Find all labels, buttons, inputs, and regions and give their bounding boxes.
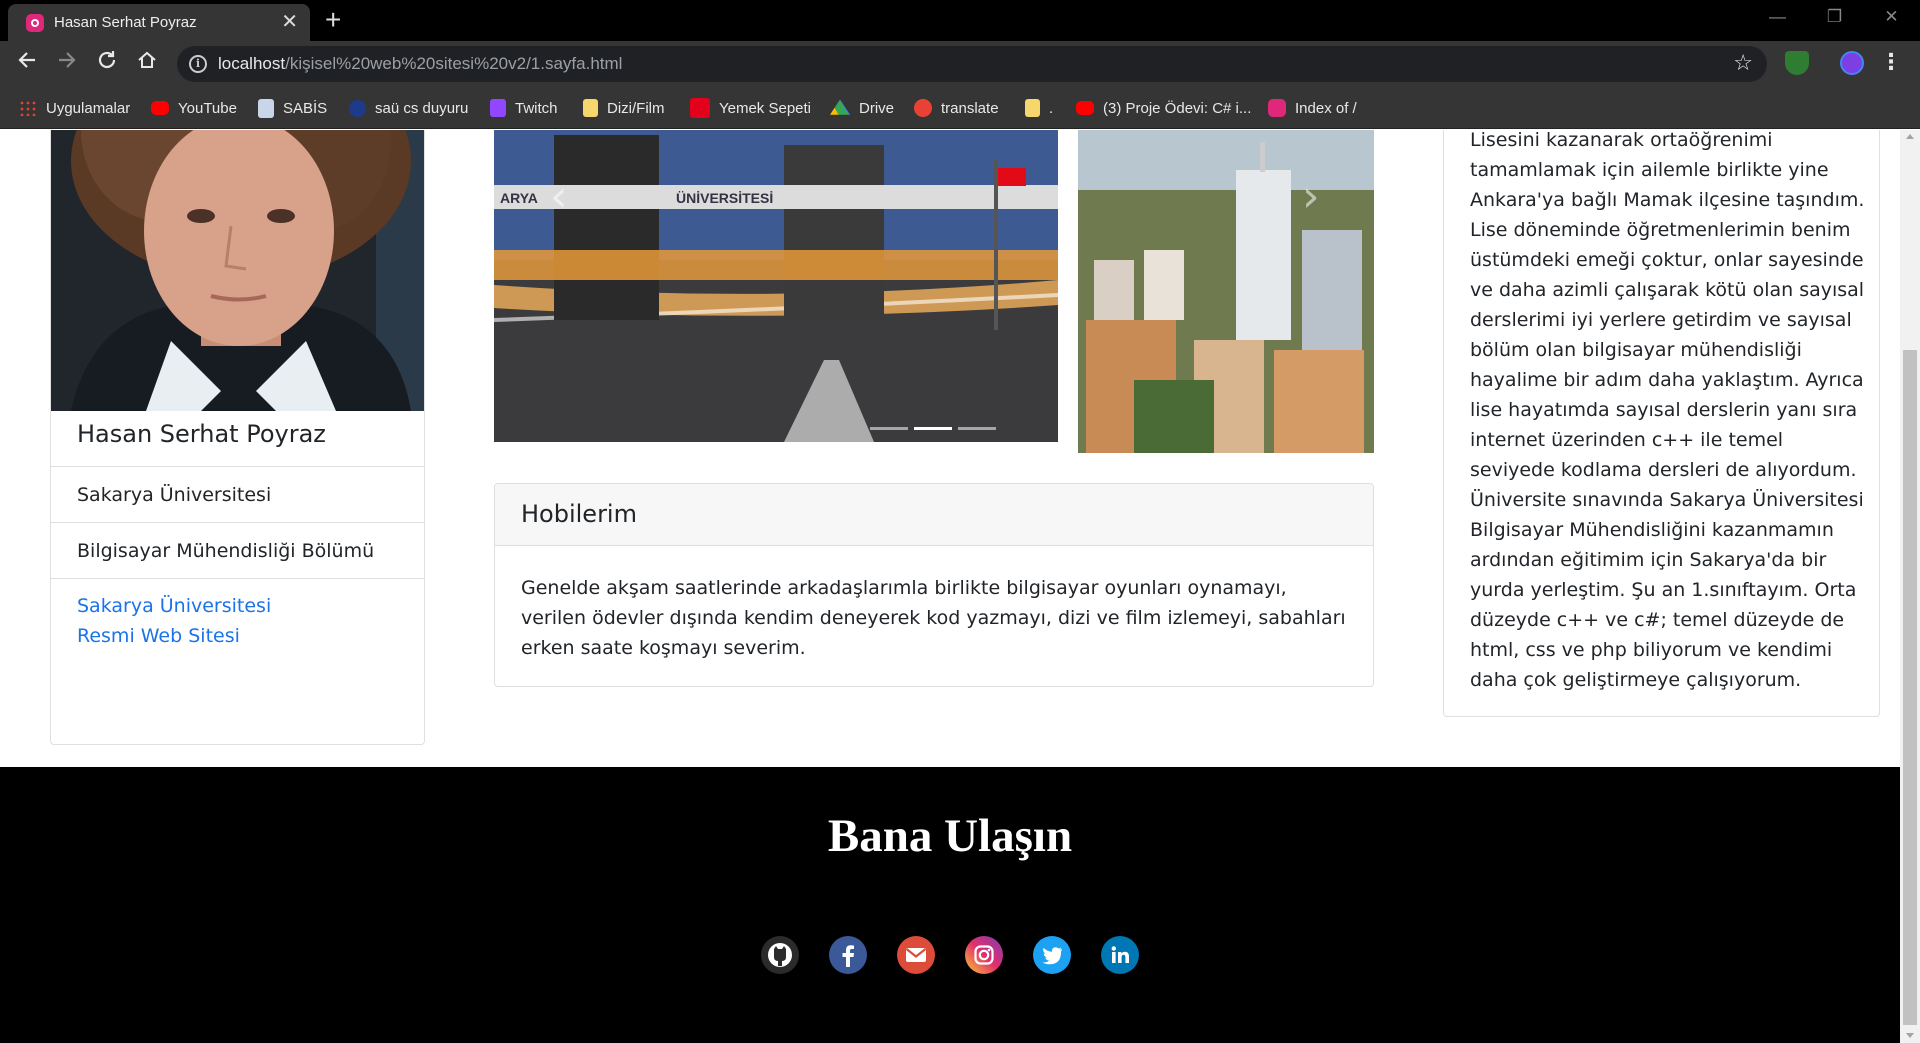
apps-grid-icon [19,100,37,116]
bookmark-dizi-film[interactable]: Dizi/Film [583,97,665,119]
bookmark-youtube[interactable]: YouTube [151,97,237,119]
back-button[interactable] [13,49,41,77]
bookmark-index-of[interactable]: Index of / [1268,97,1357,119]
restore-button[interactable]: ❐ [1806,0,1863,34]
shield-extension-icon[interactable] [1785,51,1809,75]
profile-links-row [51,578,424,668]
browser-menu-icon[interactable]: ⋮ [1880,48,1902,76]
bio-card: Lisesini kazanarak ortaöğrenimi tamamlam… [1443,130,1880,717]
footer-title: Bana Ulaşın [827,810,1073,862]
hobbies-card: Hobilerim Genelde akşam saatlerinde arka… [494,483,1374,687]
page-scrollbar[interactable] [1900,130,1920,1043]
browser-toolbar: i localhost/kişisel%20web%20sitesi%20v2/… [0,41,1920,87]
scroll-up-arrow-icon[interactable] [1906,134,1914,139]
hobbies-title: Hobilerim [521,500,637,528]
bookmark-translate[interactable]: translate [914,97,999,119]
folder-icon [583,99,598,117]
close-window-button[interactable]: ✕ [1863,0,1920,34]
profile-department-row: Bilgisayar Mühendisliği Bölümü [51,522,424,578]
youtube-icon [1076,101,1094,115]
profile-card: Hasan Serhat Poyraz Sakarya Üniversitesi… [50,130,425,745]
window-controls: — ❐ ✕ [1749,0,1920,41]
bookmark-star-icon[interactable]: ☆ [1733,50,1753,76]
carousel-indicator-2[interactable] [914,427,952,430]
youtube-icon [151,101,169,115]
folder-icon [1025,99,1040,117]
scrollbar-thumb[interactable] [1903,350,1917,1025]
translate-icon [914,99,932,117]
instagram-icon[interactable] [965,936,1003,974]
profile-department: Bilgisayar Mühendisliği Bölümü [77,540,375,562]
github-icon[interactable] [761,936,799,974]
facebook-icon[interactable] [829,936,867,974]
address-bar[interactable]: i localhost/kişisel%20web%20sitesi%20v2/… [177,46,1767,82]
profile-name: Hasan Serhat Poyraz [77,420,326,448]
globe-icon [349,99,366,117]
profile-university: Sakarya Üniversitesi [77,484,272,506]
carousel-next-button[interactable]: › [1302,175,1320,219]
document-icon [258,98,274,118]
bookmark-proje-odevi[interactable]: (3) Proje Ödevi: C# i... [1076,97,1251,119]
carousel-indicator-1[interactable] [870,427,908,430]
home-icon [138,51,156,68]
reload-icon [98,51,116,69]
reload-button[interactable] [93,49,121,77]
browser-tabstrip: Hasan Serhat Poyraz ✕ + — ❐ ✕ [0,0,1920,41]
linkedin-icon[interactable] [1101,936,1139,974]
bookmarks-bar: Uygulamalar YouTube SABİS saü cs duyuru … [0,87,1920,129]
site-info-icon[interactable]: i [189,55,207,73]
profile-avatar[interactable] [1840,51,1864,75]
svg-text:ARYA: ARYA [500,190,538,206]
footer: Bana Ulaşın [0,767,1900,1043]
forward-arrow-icon [59,52,76,68]
carousel-prev-button[interactable]: ‹ [550,175,568,219]
university-link-line2[interactable]: Resmi Web Sitesi [77,625,240,647]
carousel-slides: ARYA ÜNİVERSİTESİ [494,130,1374,453]
email-icon[interactable] [897,936,935,974]
home-button[interactable] [133,49,161,77]
web-page: Hasan Serhat Poyraz Sakarya Üniversitesi… [0,130,1900,1043]
photo-carousel: ARYA ÜNİVERSİTESİ ‹ › [494,130,1374,453]
tab-title: Hasan Serhat Poyraz [54,14,197,31]
site-icon [1268,99,1286,117]
bookmark-twitch[interactable]: Twitch [490,97,558,119]
drive-icon [830,99,850,115]
forward-button[interactable] [53,49,81,77]
scroll-down-arrow-icon[interactable] [1906,1033,1914,1038]
new-tab-button[interactable]: + [325,5,341,35]
bio-text: Lisesini kazanarak ortaöğrenimi tamamlam… [1470,130,1865,691]
hobbies-text: Genelde akşam saatlerinde arkadaşlarımla… [521,577,1346,659]
university-link-line1[interactable]: Sakarya Üniversitesi [77,595,271,617]
bookmark-drive[interactable]: Drive [830,97,894,119]
back-arrow-icon [18,52,35,68]
minimize-button[interactable]: — [1749,0,1806,34]
twitter-icon[interactable] [1033,936,1071,974]
bookmark-sau-cs-duyuru[interactable]: saü cs duyuru [349,97,468,119]
profile-university-row: Sakarya Üniversitesi [51,466,424,522]
svg-text:ÜNİVERSİTESİ: ÜNİVERSİTESİ [676,190,773,206]
carousel-indicator-3[interactable] [958,427,996,430]
bookmark-yemek-sepeti[interactable]: Yemek Sepeti [690,97,811,119]
url-text[interactable]: localhost/kişisel%20web%20sitesi%20v2/1.… [218,54,622,74]
profile-photo [51,130,424,411]
close-tab-icon[interactable]: ✕ [281,11,298,33]
bookmark-sabis[interactable]: SABİS [258,97,327,119]
twitch-icon [490,99,506,117]
browser-tab[interactable]: Hasan Serhat Poyraz ✕ [8,4,310,41]
bookmark-dot-folder[interactable]: . [1025,97,1053,119]
hobbies-card-header: Hobilerim [495,484,1373,546]
bookmark-apps[interactable]: Uygulamalar [19,97,130,119]
yemeksepeti-icon [690,98,710,118]
site-favicon-icon [26,14,44,32]
